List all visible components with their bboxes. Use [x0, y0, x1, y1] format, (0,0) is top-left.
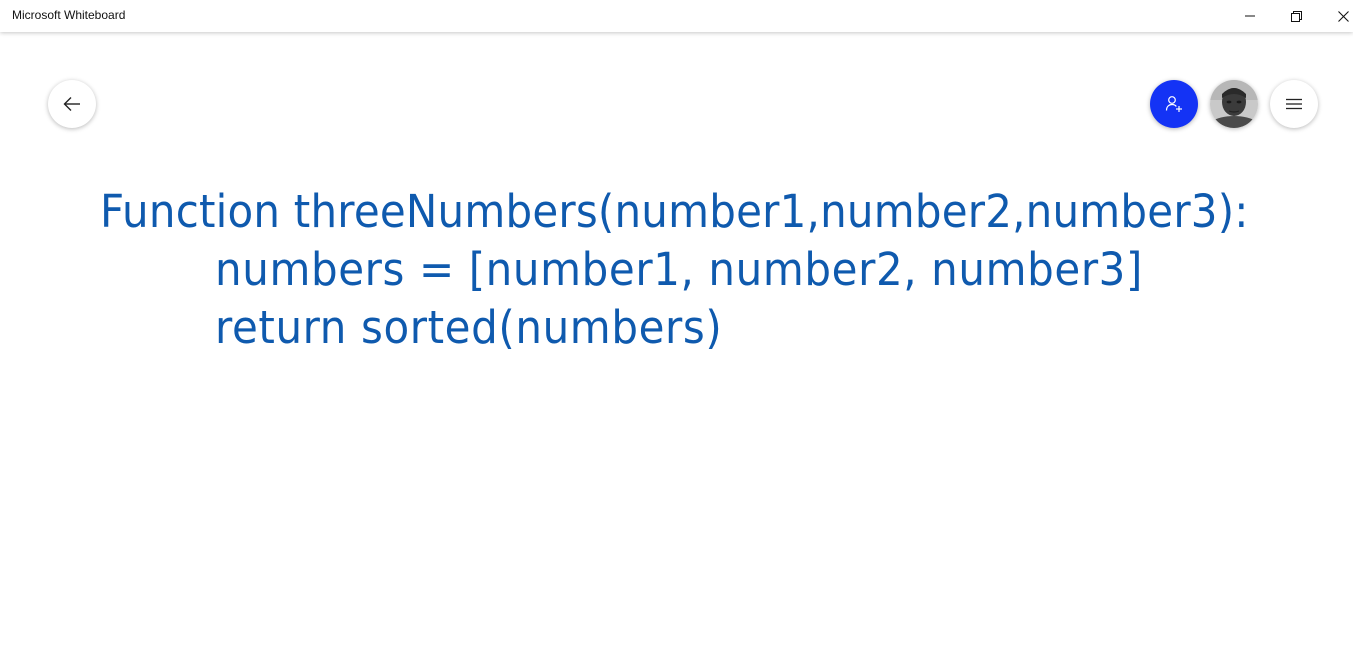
window-title: Microsoft Whiteboard [12, 8, 126, 22]
title-bar: Microsoft Whiteboard [0, 0, 1353, 32]
ink-line-function-signature[interactable]: Function threeNumbers(number1,number2,nu… [100, 185, 1249, 238]
restore-button[interactable] [1273, 0, 1319, 32]
profile-photo [1210, 80, 1258, 128]
minimize-button[interactable] [1227, 0, 1273, 32]
arrow-left-icon [63, 97, 80, 111]
menu-button[interactable] [1270, 80, 1318, 128]
restore-icon [1290, 10, 1302, 22]
back-button[interactable] [48, 80, 96, 128]
invite-button[interactable] [1150, 80, 1198, 128]
close-icon [1337, 10, 1349, 22]
ink-line-numbers-list[interactable]: numbers = [number1, number2, number3] [215, 243, 1143, 296]
ink-line-return-statement[interactable]: return sorted(numbers) [215, 301, 722, 354]
close-button[interactable] [1320, 0, 1353, 32]
add-person-icon [1165, 96, 1182, 112]
hamburger-menu-icon [1286, 98, 1302, 110]
user-avatar[interactable] [1210, 80, 1258, 128]
minimize-icon [1245, 15, 1255, 17]
whiteboard-canvas[interactable]: Function threeNumbers(number1,number2,nu… [0, 32, 1353, 657]
